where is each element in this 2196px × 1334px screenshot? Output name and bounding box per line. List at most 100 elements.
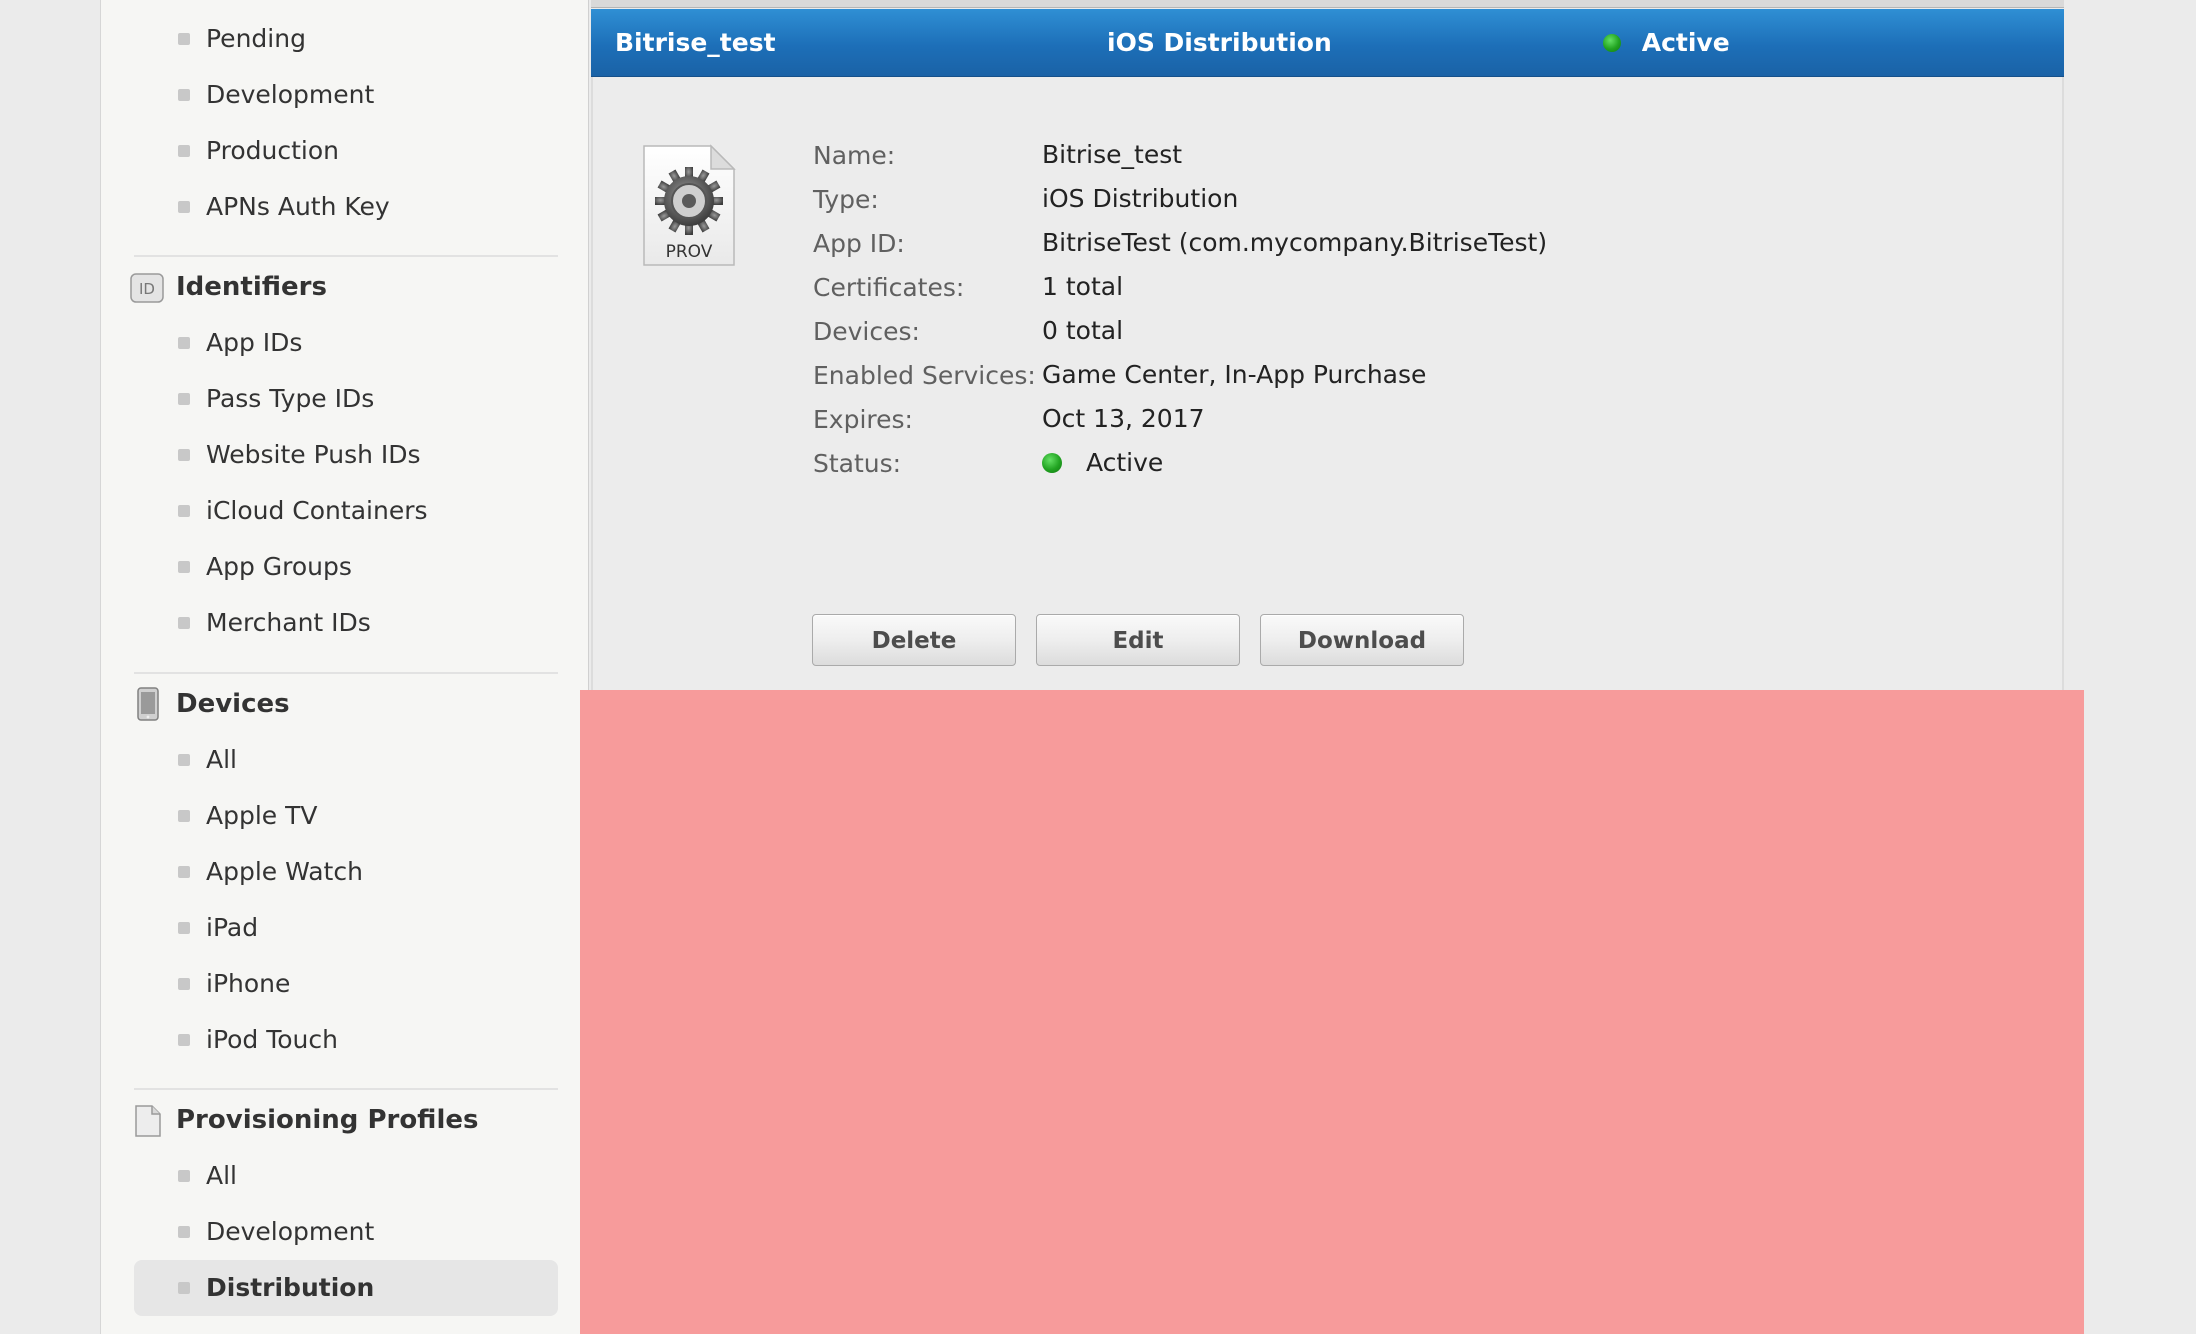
profile-name-cell: Bitrise_test [615, 28, 776, 57]
bullet-icon [178, 1226, 190, 1238]
sidebar-item-label: App IDs [206, 328, 303, 357]
bullet-icon [178, 505, 190, 517]
value-devices: 0 total [1042, 316, 1124, 345]
provisioning-profile-file-icon: PROV [641, 143, 737, 269]
profile-status-cell: Active [1603, 9, 1730, 77]
value-certificates: 1 total [1042, 272, 1124, 301]
sidebar-item-label: Apple TV [206, 801, 318, 830]
sidebar-item-label: Production [206, 136, 340, 165]
sidebar-item-icloud-containers[interactable]: iCloud Containers [134, 483, 558, 539]
sidebar-item-ipod-touch[interactable]: iPod Touch [134, 1012, 558, 1068]
sidebar-item-label: iPad [206, 913, 259, 942]
id-badge-icon: ID [130, 259, 166, 315]
section-title: Devices [176, 689, 290, 719]
sidebar-item-label: iPod Touch [206, 1025, 338, 1054]
section-divider [134, 672, 558, 674]
sidebar-item-apns-auth-key[interactable]: APNs Auth Key [134, 179, 558, 235]
list-header-strip [591, 0, 2064, 8]
label-name: Name: [813, 141, 896, 170]
sidebar-item-merchant-ids[interactable]: Merchant IDs [134, 595, 558, 651]
svg-text:ID: ID [139, 280, 155, 298]
edit-button[interactable]: Edit [1036, 614, 1240, 666]
label-status: Status: [813, 449, 902, 478]
device-icon [130, 676, 166, 732]
bullet-icon [178, 1034, 190, 1046]
value-status: Active [1042, 448, 1163, 477]
bullet-icon [178, 201, 190, 213]
bullet-icon [178, 33, 190, 45]
sidebar-item-label: iCloud Containers [206, 496, 428, 525]
bullet-icon [178, 449, 190, 461]
label-certificates: Certificates: [813, 273, 965, 302]
delete-button[interactable]: Delete [812, 614, 1016, 666]
sidebar-item-label: Distribution [206, 1273, 375, 1302]
bullet-icon [178, 145, 190, 157]
sidebar-item-website-push-ids[interactable]: Website Push IDs [134, 427, 558, 483]
selected-profile-row[interactable]: Bitrise_test iOS Distribution Active [591, 9, 2064, 77]
bullet-icon [178, 393, 190, 405]
bullet-icon [178, 866, 190, 878]
sidebar-item-label: Pass Type IDs [206, 384, 375, 413]
redacted-region [580, 690, 2084, 1334]
sidebar-item-label: Development [206, 1217, 375, 1246]
bullet-icon [178, 810, 190, 822]
sidebar-item-devices-all[interactable]: All [134, 732, 558, 788]
bullet-icon [178, 617, 190, 629]
sidebar-item-ipad[interactable]: iPad [134, 900, 558, 956]
section-title: Provisioning Profiles [176, 1105, 479, 1135]
sidebar-item-apple-tv[interactable]: Apple TV [134, 788, 558, 844]
bullet-icon [178, 337, 190, 349]
sidebar-item-development-certs[interactable]: Development [134, 67, 558, 123]
sidebar-item-label: Pending [206, 24, 306, 53]
bullet-icon [178, 89, 190, 101]
svg-text:PROV: PROV [666, 242, 713, 262]
sidebar-item-label: Apple Watch [206, 857, 363, 886]
bullet-icon [178, 1170, 190, 1182]
document-icon [130, 1092, 166, 1148]
status-text: Active [1085, 448, 1164, 477]
section-title: Identifiers [176, 272, 327, 302]
sidebar-item-label: All [206, 1161, 237, 1190]
section-provisioning-profiles[interactable]: Provisioning Profiles [130, 1092, 570, 1148]
profile-type-cell: iOS Distribution [1107, 28, 1332, 57]
sidebar-item-iphone[interactable]: iPhone [134, 956, 558, 1012]
label-type: Type: [813, 185, 879, 214]
status-active-icon [1042, 453, 1062, 473]
value-type: iOS Distribution [1042, 184, 1239, 213]
sidebar-item-profiles-all[interactable]: All [134, 1148, 558, 1204]
sidebar-item-label: iPhone [206, 969, 291, 998]
sidebar-item-label: APNs Auth Key [206, 192, 390, 221]
section-identifiers[interactable]: ID Identifiers [130, 259, 570, 315]
bullet-icon [178, 754, 190, 766]
sidebar-item-pending[interactable]: Pending [134, 11, 558, 67]
page-gutter [0, 0, 100, 1334]
sidebar-item-profiles-distribution[interactable]: Distribution [134, 1260, 558, 1316]
label-expires: Expires: [813, 405, 913, 434]
value-name: Bitrise_test [1042, 140, 1183, 169]
section-divider [134, 1088, 558, 1090]
bullet-icon [178, 561, 190, 573]
label-app-id: App ID: [813, 229, 905, 258]
sidebar-item-label: Website Push IDs [206, 440, 421, 469]
download-button[interactable]: Download [1260, 614, 1464, 666]
label-enabled-services: Enabled Services: [813, 361, 1036, 390]
bullet-icon [178, 922, 190, 934]
section-divider [134, 255, 558, 257]
sidebar-item-label: Merchant IDs [206, 608, 371, 637]
sidebar-item-production-certs[interactable]: Production [134, 123, 558, 179]
value-enabled-services: Game Center, In-App Purchase [1042, 360, 1427, 389]
status-active-icon [1603, 34, 1621, 52]
section-devices[interactable]: Devices [130, 676, 570, 732]
sidebar-item-app-ids[interactable]: App IDs [134, 315, 558, 371]
value-expires: Oct 13, 2017 [1042, 404, 1205, 433]
sidebar-item-pass-type-ids[interactable]: Pass Type IDs [134, 371, 558, 427]
sidebar-item-label: Development [206, 80, 375, 109]
status-label: Active [1641, 28, 1730, 57]
bullet-icon [178, 978, 190, 990]
sidebar-item-app-groups[interactable]: App Groups [134, 539, 558, 595]
sidebar-item-profiles-development[interactable]: Development [134, 1204, 558, 1260]
sidebar-item-apple-watch[interactable]: Apple Watch [134, 844, 558, 900]
bullet-icon [178, 1282, 190, 1294]
label-devices: Devices: [813, 317, 920, 346]
sidebar-item-label: App Groups [206, 552, 352, 581]
